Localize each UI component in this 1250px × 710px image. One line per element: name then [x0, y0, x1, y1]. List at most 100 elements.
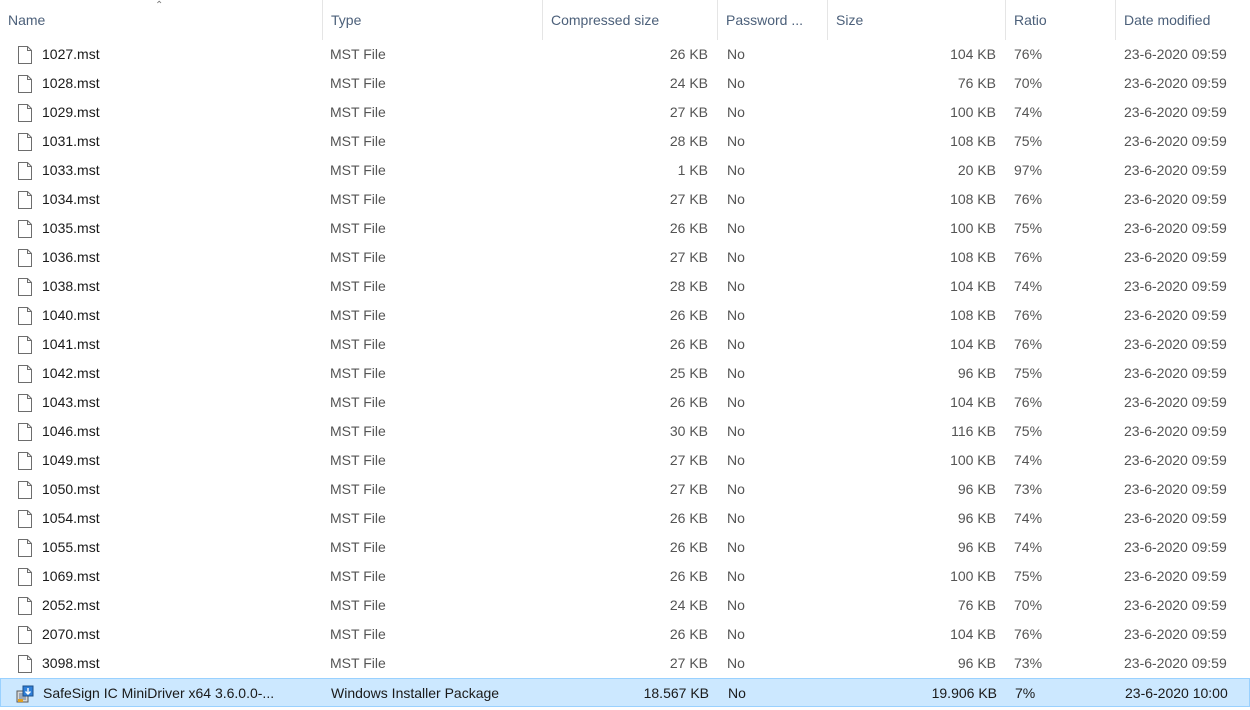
- column-header-type[interactable]: Type: [322, 0, 542, 40]
- file-compressed-size: 26 KB: [669, 568, 708, 584]
- file-type: MST File: [330, 220, 386, 236]
- file-type: MST File: [330, 336, 386, 352]
- file-password-protected: No: [727, 539, 745, 555]
- file-name: 1033.mst: [42, 162, 100, 178]
- file-password-protected: No: [727, 191, 745, 207]
- file-size: 108 KB: [950, 133, 996, 149]
- file-row[interactable]: 3098.mst MST File 27 KB No 96 KB 73% 23-…: [0, 649, 1250, 678]
- column-header-password[interactable]: Password ...: [717, 0, 827, 40]
- file-row[interactable]: 1043.mst MST File 26 KB No 104 KB 76% 23…: [0, 388, 1250, 417]
- file-row[interactable]: 1038.mst MST File 28 KB No 104 KB 74% 23…: [0, 272, 1250, 301]
- file-name: SafeSign IC MiniDriver x64 3.6.0.0-...: [43, 685, 275, 701]
- file-size: 76 KB: [957, 597, 996, 613]
- file-date-modified: 23-6-2020 09:59: [1124, 568, 1227, 584]
- file-row[interactable]: 1042.mst MST File 25 KB No 96 KB 75% 23-…: [0, 359, 1250, 388]
- file-type: MST File: [330, 162, 386, 178]
- installer-package-icon: [16, 685, 34, 703]
- file-password-protected: No: [727, 336, 745, 352]
- file-row[interactable]: 1046.mst MST File 30 KB No 116 KB 75% 23…: [0, 417, 1250, 446]
- column-header-ratio-label: Ratio: [1014, 12, 1047, 28]
- file-row[interactable]: 1069.mst MST File 26 KB No 100 KB 75% 23…: [0, 562, 1250, 591]
- column-header-type-label: Type: [331, 12, 362, 28]
- file-type: MST File: [330, 452, 386, 468]
- file-type: MST File: [330, 394, 386, 410]
- file-size: 100 KB: [950, 452, 996, 468]
- file-row[interactable]: 1049.mst MST File 27 KB No 100 KB 74% 23…: [0, 446, 1250, 475]
- file-compressed-size: 27 KB: [669, 249, 708, 265]
- column-header-ratio[interactable]: Ratio: [1005, 0, 1115, 40]
- file-row[interactable]: 1050.mst MST File 27 KB No 96 KB 73% 23-…: [0, 475, 1250, 504]
- column-header-date-modified[interactable]: Date modified: [1115, 0, 1250, 40]
- file-name: 2052.mst: [42, 597, 100, 613]
- file-row[interactable]: 1035.mst MST File 26 KB No 100 KB 75% 23…: [0, 214, 1250, 243]
- file-row[interactable]: 1033.mst MST File 1 KB No 20 KB 97% 23-6…: [0, 156, 1250, 185]
- file-type: MST File: [330, 481, 386, 497]
- file-icon: [17, 162, 33, 180]
- file-password-protected: No: [727, 249, 745, 265]
- file-password-protected: No: [727, 568, 745, 584]
- file-type: MST File: [330, 626, 386, 642]
- file-password-protected: No: [727, 481, 745, 497]
- column-header-compressed-size-label: Compressed size: [551, 12, 660, 28]
- file-compressed-size: 28 KB: [669, 278, 708, 294]
- file-compressed-size: 26 KB: [669, 220, 708, 236]
- file-row[interactable]: 1036.mst MST File 27 KB No 108 KB 76% 23…: [0, 243, 1250, 272]
- file-row[interactable]: 1029.mst MST File 27 KB No 100 KB 74% 23…: [0, 98, 1250, 127]
- file-size: 96 KB: [957, 365, 996, 381]
- file-name: 1055.mst: [42, 539, 100, 555]
- column-header-size[interactable]: Size: [827, 0, 1005, 40]
- file-row[interactable]: 1031.mst MST File 28 KB No 108 KB 75% 23…: [0, 127, 1250, 156]
- file-list-view: Name ⌃ Type Compressed size Password ...…: [0, 0, 1250, 710]
- file-name: 1034.mst: [42, 191, 100, 207]
- file-size: 104 KB: [950, 626, 996, 642]
- file-size: 96 KB: [957, 481, 996, 497]
- file-size: 76 KB: [957, 75, 996, 91]
- file-compressed-size: 25 KB: [669, 365, 708, 381]
- file-name: 1042.mst: [42, 365, 100, 381]
- file-date-modified: 23-6-2020 09:59: [1124, 75, 1227, 91]
- file-name: 1028.mst: [42, 75, 100, 91]
- file-password-protected: No: [727, 46, 745, 62]
- file-icon: [17, 452, 33, 470]
- file-row[interactable]: 1054.mst MST File 26 KB No 96 KB 74% 23-…: [0, 504, 1250, 533]
- file-icon: [17, 626, 33, 644]
- file-date-modified: 23-6-2020 09:59: [1124, 162, 1227, 178]
- file-row-selected[interactable]: SafeSign IC MiniDriver x64 3.6.0.0-... W…: [0, 678, 1250, 707]
- file-ratio: 76%: [1014, 336, 1043, 352]
- file-date-modified: 23-6-2020 09:59: [1124, 452, 1227, 468]
- file-ratio: 75%: [1014, 568, 1043, 584]
- file-date-modified: 23-6-2020 09:59: [1124, 336, 1227, 352]
- file-size: 104 KB: [950, 46, 996, 62]
- file-row[interactable]: 1055.mst MST File 26 KB No 96 KB 74% 23-…: [0, 533, 1250, 562]
- file-row[interactable]: 2052.mst MST File 24 KB No 76 KB 70% 23-…: [0, 591, 1250, 620]
- file-date-modified: 23-6-2020 09:59: [1124, 307, 1227, 323]
- file-password-protected: No: [727, 510, 745, 526]
- file-type: MST File: [330, 307, 386, 323]
- file-ratio: 76%: [1014, 307, 1043, 323]
- file-row[interactable]: 1028.mst MST File 24 KB No 76 KB 70% 23-…: [0, 69, 1250, 98]
- file-name: 1043.mst: [42, 394, 100, 410]
- file-ratio: 76%: [1014, 46, 1043, 62]
- file-ratio: 75%: [1014, 220, 1043, 236]
- file-password-protected: No: [727, 655, 745, 671]
- column-header-compressed-size[interactable]: Compressed size: [542, 0, 717, 40]
- file-row[interactable]: 1034.mst MST File 27 KB No 108 KB 76% 23…: [0, 185, 1250, 214]
- file-icon: [17, 597, 33, 615]
- file-icon: [17, 655, 33, 673]
- file-name: 1038.mst: [42, 278, 100, 294]
- file-compressed-size: 26 KB: [669, 626, 708, 642]
- file-row[interactable]: 2070.mst MST File 26 KB No 104 KB 76% 23…: [0, 620, 1250, 649]
- file-ratio: 76%: [1014, 249, 1043, 265]
- file-size: 116 KB: [951, 423, 996, 439]
- file-date-modified: 23-6-2020 09:59: [1124, 626, 1227, 642]
- file-row[interactable]: 1040.mst MST File 26 KB No 108 KB 76% 23…: [0, 301, 1250, 330]
- sort-chevron-up-icon: ⌃: [155, 0, 164, 11]
- file-name: 1050.mst: [42, 481, 100, 497]
- file-row[interactable]: 1041.mst MST File 26 KB No 104 KB 76% 23…: [0, 330, 1250, 359]
- file-row[interactable]: 1027.mst MST File 26 KB No 104 KB 76% 23…: [0, 40, 1250, 69]
- file-name: 1029.mst: [42, 104, 100, 120]
- file-date-modified: 23-6-2020 09:59: [1124, 365, 1227, 381]
- file-icon: [17, 46, 33, 64]
- file-icon: [17, 481, 33, 499]
- file-icon: [17, 510, 33, 528]
